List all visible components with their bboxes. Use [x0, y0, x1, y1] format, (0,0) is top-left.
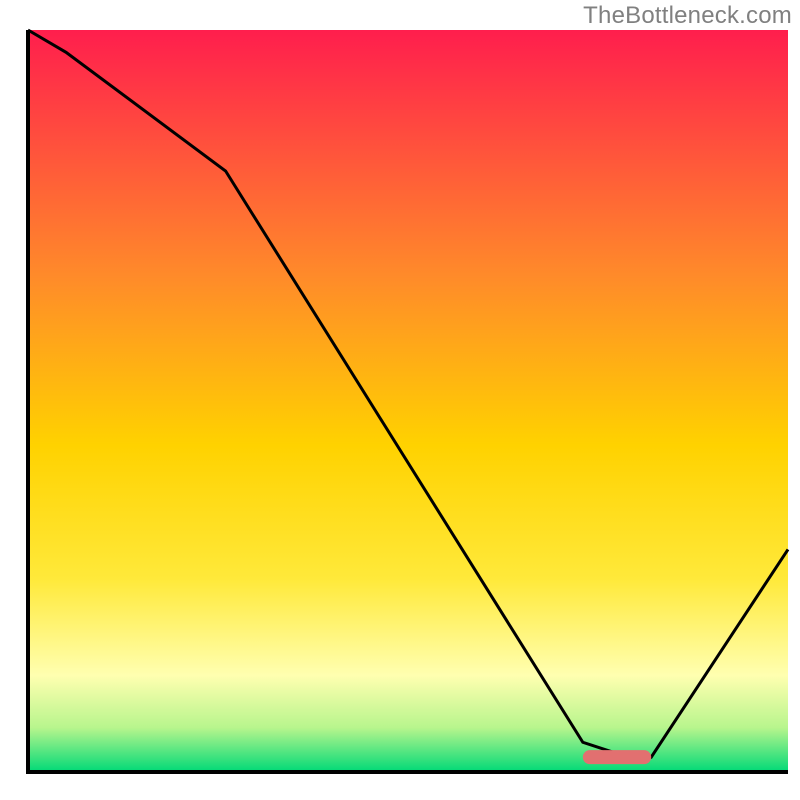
bottleneck-chart — [0, 0, 800, 800]
plot-gradient-area — [28, 30, 788, 772]
chart-container: TheBottleneck.com — [0, 0, 800, 800]
optimal-range-marker — [583, 750, 651, 764]
watermark-text: TheBottleneck.com — [583, 2, 792, 30]
